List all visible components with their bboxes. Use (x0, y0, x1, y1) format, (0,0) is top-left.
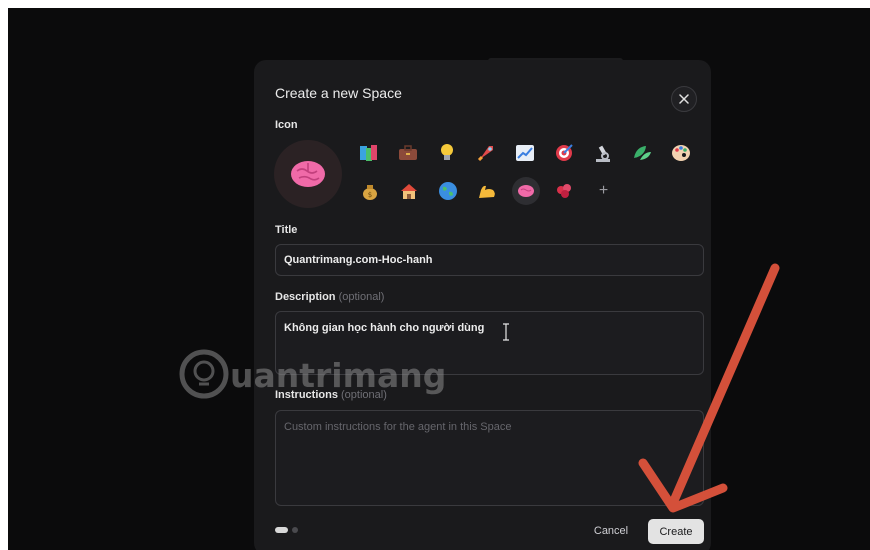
instructions-placeholder: Custom instructions for the agent in thi… (284, 421, 512, 433)
brain-option-selected[interactable] (506, 177, 545, 205)
chart-icon[interactable] (506, 140, 545, 166)
target-icon[interactable] (544, 140, 583, 166)
palette-icon[interactable] (661, 140, 700, 166)
icon-row-2: $ + (350, 177, 700, 205)
light-bulb-icon[interactable] (428, 140, 467, 166)
step-indicator (275, 527, 298, 533)
title-label: Title (275, 224, 298, 236)
rocket-icon[interactable] (467, 140, 506, 166)
money-bag-icon[interactable]: $ (350, 178, 389, 204)
brain-small-icon (517, 185, 534, 197)
plus-icon: + (598, 182, 609, 199)
selected-icon-preview[interactable] (274, 140, 342, 208)
description-field[interactable]: Không gian học hành cho người dùng (275, 311, 704, 375)
house-icon[interactable] (389, 178, 428, 204)
instructions-optional: (optional) (341, 389, 387, 401)
leaves-icon[interactable] (622, 140, 661, 166)
books-icon[interactable] (350, 140, 389, 166)
instructions-label-text: Instructions (275, 389, 338, 401)
svg-text:$: $ (367, 191, 371, 199)
instructions-label: Instructions (optional) (275, 389, 387, 401)
briefcase-icon[interactable] (389, 140, 428, 166)
flexed-bicep-icon[interactable] (467, 178, 506, 204)
selected-highlight (511, 177, 540, 205)
step-dot-active (275, 527, 288, 533)
petals-icon[interactable] (545, 178, 584, 204)
text-cursor-icon (503, 323, 509, 341)
modal-title: Create a new Space (275, 85, 402, 101)
icon-picker-grid: $ + (350, 140, 700, 216)
description-value: Không gian học hành cho người dùng (284, 322, 485, 334)
icon-row-1 (350, 140, 700, 166)
create-button[interactable]: Create (648, 519, 704, 544)
create-space-modal: Create a new Space Icon $ + Title Quantr… (254, 60, 711, 550)
title-field[interactable]: Quantrimang.com-Hoc-hanh (275, 244, 704, 276)
description-label: Description (optional) (275, 291, 384, 303)
icon-label: Icon (275, 119, 298, 131)
description-optional: (optional) (338, 291, 385, 303)
close-icon (679, 94, 689, 104)
close-button[interactable] (671, 86, 697, 112)
instructions-field[interactable]: Custom instructions for the agent in thi… (275, 410, 704, 506)
cancel-button[interactable]: Cancel (586, 520, 636, 542)
app-screen: Create a new Space Icon $ + Title Quantr… (8, 8, 870, 550)
microscope-icon[interactable] (583, 140, 622, 166)
step-dot (292, 527, 298, 533)
description-label-text: Description (275, 291, 336, 303)
title-value: Quantrimang.com-Hoc-hanh (284, 254, 433, 266)
brain-icon (291, 161, 325, 187)
globe-icon[interactable] (428, 178, 467, 204)
add-icon-button[interactable]: + (584, 178, 623, 204)
